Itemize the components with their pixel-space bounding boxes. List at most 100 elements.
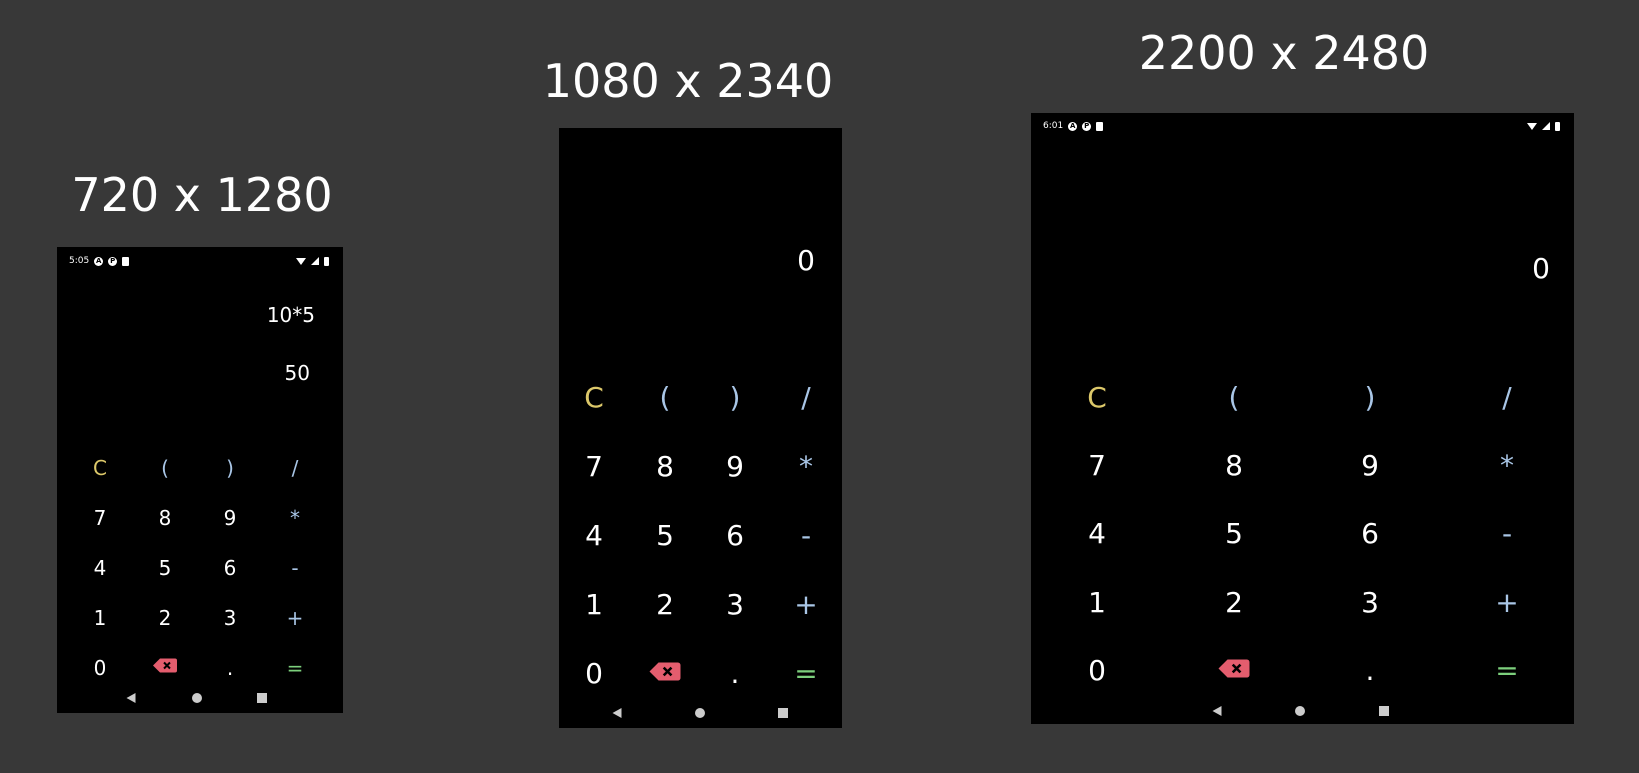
nav-back-icon[interactable] <box>126 693 136 703</box>
five-button[interactable]: 5 <box>656 522 674 550</box>
close-paren-button[interactable]: ) <box>730 384 741 412</box>
decimal-button[interactable]: . <box>227 658 233 678</box>
status-time: 5:05 <box>69 256 90 266</box>
nav-home-icon[interactable] <box>192 693 202 703</box>
divide-button[interactable]: / <box>801 384 810 412</box>
phone-720x1280: 5:05 A P 10*5 50 C ( ) / 7 8 9 * 4 5 6 -… <box>57 247 343 713</box>
wifi-icon <box>1527 122 1537 130</box>
nine-button[interactable]: 9 <box>1361 452 1379 480</box>
three-button[interactable]: 3 <box>726 591 744 619</box>
subtract-button[interactable]: - <box>291 558 298 578</box>
subtract-button[interactable]: - <box>801 522 811 550</box>
phone-1080x2340: 0 C ( ) / 7 8 9 * 4 5 6 - 1 2 3 + 0 . = <box>559 128 842 728</box>
resolution-label-1080x2340: 1080 x 2340 <box>542 54 834 108</box>
zero-button[interactable]: 0 <box>1088 657 1106 685</box>
six-button[interactable]: 6 <box>1361 520 1379 548</box>
result-display: 0 <box>1532 252 1550 285</box>
decimal-button[interactable]: . <box>1366 657 1375 685</box>
accessibility-icon: A <box>94 256 104 266</box>
equals-button[interactable]: = <box>794 660 817 688</box>
accessibility-icon: A <box>1068 121 1078 131</box>
four-button[interactable]: 4 <box>585 522 603 550</box>
equals-button[interactable]: = <box>1495 657 1518 685</box>
four-button[interactable]: 4 <box>94 558 107 578</box>
zero-button[interactable]: 0 <box>94 658 107 678</box>
three-button[interactable]: 3 <box>224 608 237 628</box>
six-button[interactable]: 6 <box>224 558 237 578</box>
one-button[interactable]: 1 <box>1088 589 1106 617</box>
nav-home-icon[interactable] <box>1295 706 1305 716</box>
navigation-bar <box>559 701 842 725</box>
eight-button[interactable]: 8 <box>1225 452 1243 480</box>
open-paren-button[interactable]: ( <box>660 384 671 412</box>
nav-recents-icon[interactable] <box>1379 706 1389 716</box>
multiply-button[interactable]: * <box>1500 452 1514 480</box>
two-button[interactable]: 2 <box>656 591 674 619</box>
clear-button[interactable]: C <box>93 458 107 478</box>
decimal-button[interactable]: . <box>731 660 740 688</box>
five-button[interactable]: 5 <box>1225 520 1243 548</box>
signal-icon <box>1542 122 1550 130</box>
add-button[interactable]: + <box>287 608 304 628</box>
eight-button[interactable]: 8 <box>656 453 674 481</box>
multiply-button[interactable]: * <box>290 508 300 528</box>
nine-button[interactable]: 9 <box>224 508 237 528</box>
notification-icon: P <box>1082 121 1092 131</box>
nav-back-icon[interactable] <box>612 708 622 718</box>
backspace-icon <box>153 658 177 673</box>
status-bar: 6:01 A P <box>1031 113 1574 139</box>
resolution-label-720x1280: 720 x 1280 <box>71 168 333 222</box>
nine-button[interactable]: 9 <box>726 453 744 481</box>
backspace-icon <box>649 662 681 681</box>
eight-button[interactable]: 8 <box>159 508 172 528</box>
two-button[interactable]: 2 <box>159 608 172 628</box>
multiply-button[interactable]: * <box>799 453 813 481</box>
nav-home-icon[interactable] <box>695 708 705 718</box>
clear-button[interactable]: C <box>1087 384 1107 412</box>
wifi-icon <box>296 257 306 265</box>
seven-button[interactable]: 7 <box>585 453 603 481</box>
status-bar: 5:05 A P <box>57 247 343 275</box>
result-display: 50 <box>284 361 310 385</box>
three-button[interactable]: 3 <box>1361 589 1379 617</box>
open-paren-button[interactable]: ( <box>1229 384 1240 412</box>
nav-back-icon[interactable] <box>1212 706 1222 716</box>
backspace-button[interactable] <box>649 662 681 685</box>
backspace-button[interactable] <box>1218 659 1250 682</box>
divide-button[interactable]: / <box>1502 384 1511 412</box>
open-paren-button[interactable]: ( <box>161 458 169 478</box>
subtract-button[interactable]: - <box>1502 520 1512 548</box>
sim-card-icon <box>1096 121 1104 131</box>
divide-button[interactable]: / <box>292 458 299 478</box>
seven-button[interactable]: 7 <box>1088 452 1106 480</box>
battery-icon <box>1555 121 1560 131</box>
add-button[interactable]: + <box>1495 589 1518 617</box>
backspace-button[interactable] <box>153 658 177 676</box>
status-time: 6:01 <box>1043 121 1064 131</box>
resolution-label-2200x2480: 2200 x 2480 <box>1138 26 1430 80</box>
navigation-bar <box>57 686 343 710</box>
signal-icon <box>311 257 319 265</box>
nav-recents-icon[interactable] <box>778 708 788 718</box>
equals-button[interactable]: = <box>287 658 304 678</box>
two-button[interactable]: 2 <box>1225 589 1243 617</box>
nav-recents-icon[interactable] <box>257 693 267 703</box>
seven-button[interactable]: 7 <box>94 508 107 528</box>
backspace-icon <box>1218 659 1250 678</box>
clear-button[interactable]: C <box>584 384 604 412</box>
add-button[interactable]: + <box>794 591 817 619</box>
six-button[interactable]: 6 <box>726 522 744 550</box>
four-button[interactable]: 4 <box>1088 520 1106 548</box>
notification-icon: P <box>108 256 118 266</box>
one-button[interactable]: 1 <box>94 608 107 628</box>
close-paren-button[interactable]: ) <box>1365 384 1376 412</box>
close-paren-button[interactable]: ) <box>226 458 234 478</box>
phone-2200x2480: 6:01 A P 0 C ( ) / 7 8 9 * 4 5 6 - 1 2 3… <box>1031 113 1574 724</box>
zero-button[interactable]: 0 <box>585 660 603 688</box>
five-button[interactable]: 5 <box>159 558 172 578</box>
expression-display: 10*5 <box>266 303 315 327</box>
navigation-bar <box>1031 699 1574 723</box>
result-display: 0 <box>797 244 815 277</box>
sim-card-icon <box>122 256 130 266</box>
one-button[interactable]: 1 <box>585 591 603 619</box>
